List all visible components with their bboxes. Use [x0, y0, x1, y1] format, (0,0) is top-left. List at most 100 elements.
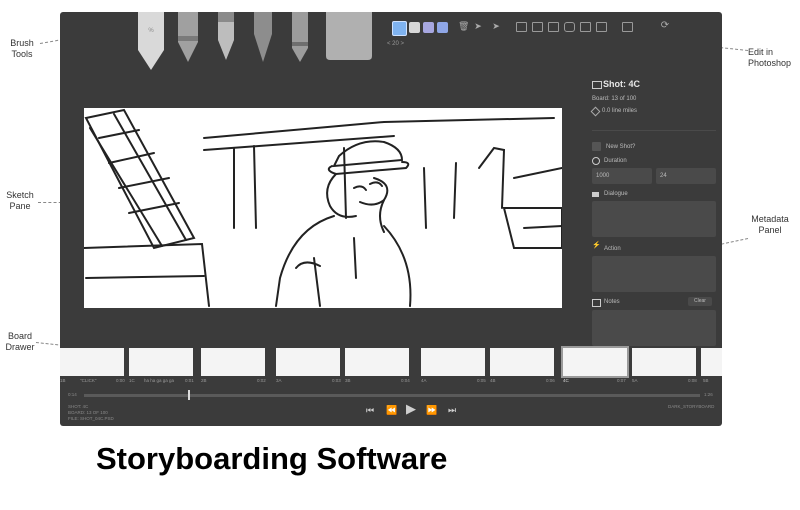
- thumb-label-9: 5A: [632, 378, 638, 383]
- new-shot-checkbox[interactable]: [592, 142, 601, 151]
- dialogue-icon: [592, 192, 599, 197]
- color-swatch-1[interactable]: [392, 21, 407, 36]
- play-icon[interactable]: ▶: [406, 402, 416, 416]
- line-miles: 0.0 line miles: [602, 108, 638, 114]
- timeline-end: 1:26: [704, 392, 713, 397]
- fast-forward-icon[interactable]: ⏩: [426, 405, 437, 415]
- caption-title: Storyboarding Software: [96, 441, 448, 476]
- dialogue-label: Dialogue: [604, 191, 628, 197]
- action-label: Action: [604, 246, 621, 252]
- thumb-note-2: ha ha ga ga ga: [144, 378, 175, 383]
- sketch-pane[interactable]: [84, 108, 562, 308]
- duration-ms-value: 1000: [596, 173, 610, 179]
- board-thumb-5[interactable]: [345, 348, 409, 376]
- storyboard-sketch: [84, 108, 562, 307]
- brush-tool-brush[interactable]: [248, 12, 278, 69]
- thumb-label-5: 3B: [345, 378, 351, 383]
- board-thumb-4[interactable]: [276, 348, 340, 376]
- dialogue-field[interactable]: [592, 201, 716, 237]
- duration-label: Duration: [604, 158, 627, 164]
- thumb-note-1: "CLICK": [80, 378, 97, 383]
- meta-divider-1: [592, 130, 716, 131]
- edit-in-photoshop-callout: Edit in Photoshop: [748, 47, 792, 68]
- brush-size-stepper[interactable]: < 20 >: [387, 41, 404, 47]
- skip-back-icon[interactable]: ⏮: [366, 405, 374, 415]
- project-name: DARK_STORYBOARD: [668, 404, 715, 409]
- thumb-time-2: 0:01: [185, 378, 194, 383]
- info-line-2: BOARD: 13 OF 100: [68, 410, 108, 415]
- timeline-playhead[interactable]: [188, 390, 190, 400]
- shot-icon: [592, 81, 602, 89]
- sketch-pane-callout: Sketch Pane: [6, 190, 34, 211]
- thumb-label-3: 2B: [201, 378, 207, 383]
- timeline-track[interactable]: [84, 394, 700, 397]
- thumb-label-7: 4B: [490, 378, 496, 383]
- board-thumb-8[interactable]: [561, 346, 629, 378]
- timeline-start: 0:14: [68, 392, 77, 397]
- brush-tool-marker[interactable]: [175, 12, 201, 69]
- line-miles-icon: [590, 106, 601, 117]
- layers-icon[interactable]: [580, 22, 591, 32]
- thumb-label-2: 1C: [129, 378, 135, 383]
- metadata-panel: Shot: 4C Board: 13 of 100 0.0 line miles…: [590, 78, 718, 346]
- new-shot-label: New Shot?: [606, 144, 636, 150]
- thumb-label-1: 1B: [60, 378, 66, 383]
- brush-tools-callout: Brush Tools: [10, 38, 34, 59]
- notes-field[interactable]: [592, 310, 716, 346]
- action-icon: ⚡: [592, 242, 601, 249]
- action-field[interactable]: [592, 256, 716, 292]
- thumb-time-9: 0:08: [688, 378, 697, 383]
- shot-title: Shot: 4C: [603, 79, 640, 89]
- duration-frames-value: 24: [660, 173, 667, 179]
- board-thumb-1[interactable]: [60, 348, 124, 376]
- brush-tool-pen[interactable]: [213, 12, 239, 69]
- edit-in-photoshop-icon[interactable]: [622, 22, 633, 32]
- notes-icon: [592, 299, 601, 307]
- thumb-time-6: 0:05: [477, 378, 486, 383]
- grid-icon[interactable]: [548, 22, 559, 32]
- color-swatch-2[interactable]: [409, 22, 420, 33]
- thumb-label-6: 4A: [421, 378, 427, 383]
- brush-tool-eraser[interactable]: [322, 12, 376, 67]
- board-drawer-callout: Board Drawer: [5, 331, 35, 352]
- svg-text:%: %: [148, 28, 154, 34]
- board-index: Board: 13 of 100: [592, 96, 637, 102]
- trash-icon[interactable]: 🗑: [458, 21, 469, 31]
- board-thumb-10[interactable]: [701, 348, 722, 376]
- thumb-label-4: 3A: [276, 378, 282, 383]
- clear-notes-button[interactable]: Clear: [688, 297, 712, 306]
- image-icon[interactable]: [596, 22, 607, 32]
- skip-forward-icon[interactable]: ⏭: [448, 405, 456, 415]
- thumb-label-8: 4C: [563, 378, 569, 383]
- layer-view-2-icon[interactable]: [532, 22, 543, 32]
- metadata-panel-callout: Metadata Panel: [751, 214, 789, 235]
- brush-tool-note-pen[interactable]: [288, 12, 312, 69]
- color-swatch-3[interactable]: [423, 22, 434, 33]
- rewind-icon[interactable]: ⏪: [386, 405, 397, 415]
- notes-label: Notes: [604, 299, 620, 305]
- pointer-add-icon[interactable]: ➤: [473, 21, 483, 31]
- board-thumb-3[interactable]: [201, 348, 265, 376]
- app-window: % < 20 > 🗑 ➤ ➤ ⟳ Shot: 4C Board: 13 of 1…: [60, 12, 722, 426]
- info-line-3: FILE: SHOT_04C.PSD: [68, 416, 114, 421]
- thumb-label-10: 5B: [703, 378, 709, 383]
- clock-icon: [592, 157, 600, 165]
- board-drawer: 1B "CLICK" 0:00 1C ha ha ga ga ga 0:01 2…: [60, 346, 722, 386]
- color-swatch-4[interactable]: [437, 22, 448, 33]
- cube-icon[interactable]: [564, 22, 575, 32]
- pointer-remove-icon[interactable]: ➤: [491, 21, 501, 31]
- info-line-1: SHOT: 4C: [68, 404, 89, 409]
- thumb-time-5: 0:04: [401, 378, 410, 383]
- refresh-icon[interactable]: ⟳: [660, 21, 670, 31]
- thumb-time-3: 0:02: [257, 378, 266, 383]
- board-thumb-7[interactable]: [490, 348, 554, 376]
- thumb-time-1: 0:00: [116, 378, 125, 383]
- thumb-time-8: 0:07: [617, 378, 626, 383]
- brush-tool-pencil[interactable]: %: [136, 12, 166, 77]
- layer-view-1-icon[interactable]: [516, 22, 527, 32]
- board-thumb-6[interactable]: [421, 348, 485, 376]
- thumb-time-4: 0:03: [332, 378, 341, 383]
- board-thumb-2[interactable]: [129, 348, 193, 376]
- board-thumb-9[interactable]: [632, 348, 696, 376]
- thumb-time-7: 0:06: [546, 378, 555, 383]
